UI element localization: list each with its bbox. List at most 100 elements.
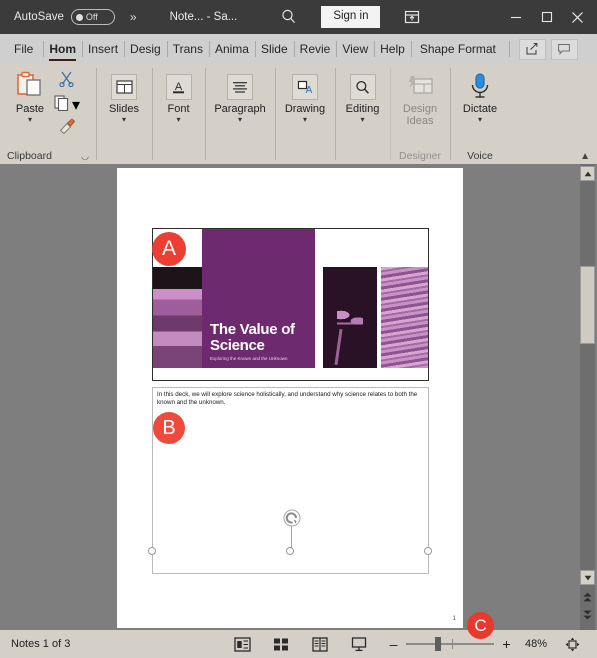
vertical-scrollbar[interactable] xyxy=(578,164,597,630)
tab-transitions[interactable]: Trans xyxy=(166,34,209,64)
next-slide-double-arrow-icon[interactable] xyxy=(582,610,593,621)
tab-insert[interactable]: Insert xyxy=(82,34,124,64)
paste-button[interactable]: Paste ▾ xyxy=(9,68,51,124)
quick-access-more-button[interactable]: » xyxy=(130,10,137,24)
fit-slide-to-window-icon[interactable] xyxy=(563,635,581,653)
design-ideas-button: Design Ideas xyxy=(397,68,443,127)
slides-dropdown-chevron-icon[interactable]: ▾ xyxy=(122,116,126,124)
copy-dropdown-chevron-icon[interactable]: ▾ xyxy=(72,95,80,115)
tab-help[interactable]: Help xyxy=(374,34,411,64)
slides-icon xyxy=(111,70,137,100)
resize-handle-top-center[interactable] xyxy=(286,547,294,555)
microphone-icon xyxy=(467,70,493,100)
share-icon[interactable] xyxy=(518,38,546,60)
tab-home[interactable]: Hom xyxy=(43,34,82,64)
search-icon[interactable] xyxy=(279,7,299,27)
zoom-slider-thumb[interactable] xyxy=(435,637,441,651)
drawing-dropdown-chevron-icon[interactable]: ▾ xyxy=(303,116,307,124)
scroll-down-arrow-icon[interactable] xyxy=(580,570,595,585)
resize-handle-top-right[interactable] xyxy=(424,547,432,555)
paste-dropdown-chevron-icon[interactable]: ▾ xyxy=(28,116,32,124)
drawing-label: Drawing xyxy=(284,103,326,115)
slides-label: Slides xyxy=(109,103,139,115)
view-buttons xyxy=(232,635,369,653)
scroll-up-arrow-icon[interactable] xyxy=(580,166,595,181)
minimize-button[interactable] xyxy=(500,0,531,34)
collapse-ribbon-chevron-icon[interactable]: ▲ xyxy=(580,151,590,162)
font-button[interactable]: A Font ▾ xyxy=(159,68,198,124)
dictate-dropdown-chevron-icon[interactable]: ▾ xyxy=(478,116,482,124)
designer-group-label: Designer xyxy=(398,150,442,162)
paragraph-group-label xyxy=(205,148,275,164)
editing-magnifier-icon xyxy=(349,70,376,100)
slide-thumbnail-image[interactable]: The Value of Science Exploring the Known… xyxy=(152,228,429,381)
cut-scissors-icon[interactable] xyxy=(58,70,75,92)
editing-button[interactable]: Editing ▾ xyxy=(342,68,383,124)
status-bar: Notes 1 of 3 – + 48% xyxy=(0,630,597,658)
editing-label: Editing xyxy=(345,103,380,115)
notes-body-text[interactable]: In this deck, we will explore science ho… xyxy=(157,391,418,407)
scrollbar-track[interactable] xyxy=(580,164,595,630)
format-painter-icon[interactable] xyxy=(58,118,76,139)
zoom-slider-track xyxy=(406,643,494,645)
clipboard-dialog-launcher[interactable]: ◡ xyxy=(81,148,89,164)
tab-shape-format[interactable]: Shape Format xyxy=(410,34,505,64)
tab-design[interactable]: Desig xyxy=(124,34,167,64)
paste-icon xyxy=(15,70,45,100)
drawing-button[interactable]: A Drawing ▾ xyxy=(282,68,328,124)
normal-view-icon[interactable] xyxy=(232,635,252,653)
tab-file[interactable]: File xyxy=(0,34,43,64)
copy-icon[interactable] xyxy=(53,94,70,116)
editing-group-label xyxy=(335,148,390,164)
tab-animations[interactable]: Anima xyxy=(208,34,255,64)
maximize-button[interactable] xyxy=(531,0,562,34)
window-controls xyxy=(500,0,593,34)
slide-title-text: The Value of Science xyxy=(210,321,295,354)
close-button[interactable] xyxy=(562,0,593,34)
font-icon: A xyxy=(165,70,192,100)
notes-page-canvas[interactable]: The Value of Science Exploring the Known… xyxy=(0,164,597,644)
tab-review[interactable]: Revie xyxy=(293,34,337,64)
slide-sorter-icon[interactable] xyxy=(271,635,291,653)
tab-strip-divider xyxy=(508,41,510,57)
paragraph-icon xyxy=(227,70,253,100)
voice-group-label: Voice xyxy=(467,150,493,162)
ribbon-tab-strip: File Hom Insert Desig Trans Anima Slide … xyxy=(0,34,597,64)
ribbon-display-options-icon[interactable] xyxy=(402,7,422,27)
rotation-handle-icon[interactable] xyxy=(283,509,301,527)
drawing-icon: A xyxy=(292,70,318,100)
ribbon-group-slides: Slides ▾ xyxy=(96,64,152,164)
previous-slide-double-arrow-icon[interactable] xyxy=(582,592,593,603)
ribbon-group-designer: Design Ideas Designer xyxy=(390,64,450,164)
notes-position-label: Notes 1 of 3 xyxy=(11,638,71,650)
slide-preview: The Value of Science Exploring the Known… xyxy=(153,229,428,380)
paragraph-dropdown-chevron-icon[interactable]: ▾ xyxy=(238,116,242,124)
zoom-in-button[interactable]: + xyxy=(501,636,512,652)
annotation-badge-c: C xyxy=(467,612,494,639)
document-title: Note... - Sa... xyxy=(169,11,238,23)
powerpoint-window: AutoSave Off » Note... - Sa... Sign in F… xyxy=(0,0,597,658)
autosave-toggle[interactable]: Off xyxy=(70,9,115,25)
title-bar: AutoSave Off » Note... - Sa... Sign in xyxy=(0,0,597,34)
slide-left-photo xyxy=(153,267,202,368)
resize-handle-top-left[interactable] xyxy=(148,547,156,555)
zoom-out-button[interactable]: – xyxy=(388,636,399,652)
tab-view[interactable]: View xyxy=(336,34,374,64)
slide-show-icon[interactable] xyxy=(349,635,369,653)
scrollbar-thumb[interactable] xyxy=(580,266,595,344)
comments-icon[interactable] xyxy=(550,38,578,60)
font-group-label xyxy=(152,148,205,164)
paragraph-label: Paragraph xyxy=(214,103,266,115)
zoom-slider[interactable] xyxy=(406,637,494,651)
zoom-level-label[interactable]: 48% xyxy=(519,638,547,650)
paragraph-button[interactable]: Paragraph ▾ xyxy=(212,68,268,124)
editing-dropdown-chevron-icon[interactable]: ▾ xyxy=(360,116,364,124)
sign-in-button[interactable]: Sign in xyxy=(321,6,381,28)
ribbon-group-voice: Dictate ▾ Voice xyxy=(450,64,510,164)
slides-button[interactable]: Slides ▾ xyxy=(103,68,145,124)
reading-view-icon[interactable] xyxy=(310,635,330,653)
tab-slide-show[interactable]: Slide xyxy=(254,34,294,64)
font-dropdown-chevron-icon[interactable]: ▾ xyxy=(176,116,180,124)
ribbon-group-clipboard: Paste ▾ ▾ Clipboard ◡ xyxy=(0,64,96,164)
dictate-button[interactable]: Dictate ▾ xyxy=(457,68,503,124)
